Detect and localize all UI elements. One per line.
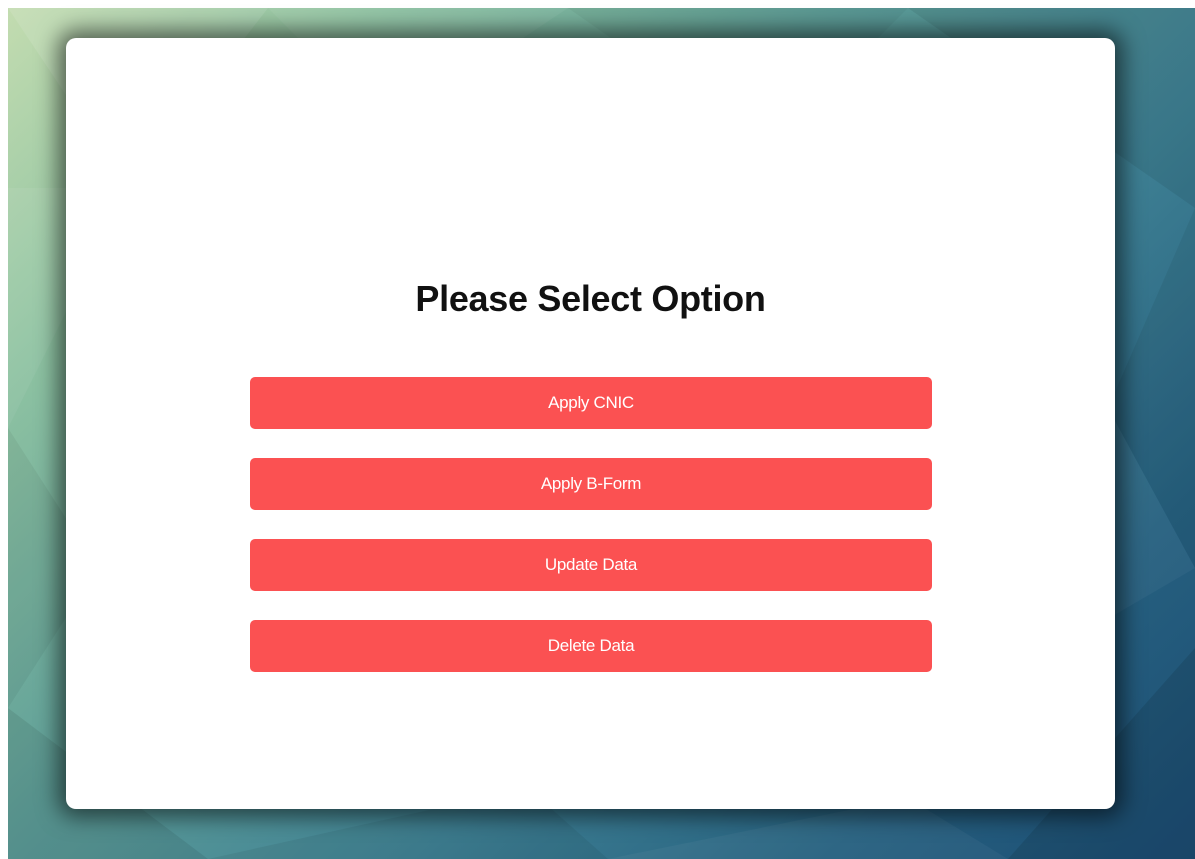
- option-list: Apply CNIC Apply B-Form Update Data Dele…: [250, 377, 932, 701]
- delete-data-button[interactable]: Delete Data: [250, 620, 932, 672]
- apply-cnic-button[interactable]: Apply CNIC: [250, 377, 932, 429]
- update-data-button[interactable]: Update Data: [250, 539, 932, 591]
- apply-b-form-button[interactable]: Apply B-Form: [250, 458, 932, 510]
- option-dialog: Please Select Option Apply CNIC Apply B-…: [66, 38, 1115, 809]
- dialog-title: Please Select Option: [415, 278, 766, 319]
